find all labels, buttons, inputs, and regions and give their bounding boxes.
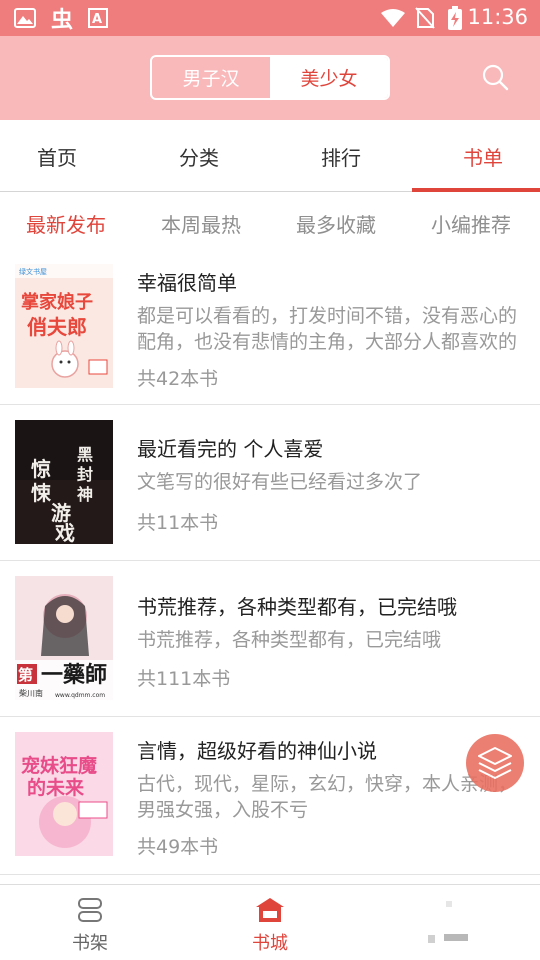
active-tab-indicator	[412, 188, 540, 192]
booklist-count: 共111本书	[137, 668, 231, 690]
booklist-item[interactable]: 宠妹狂魔 的未来 言情，超级好看的神仙小说 古代，现代，星际，玄幻，快穿，本人亲…	[0, 717, 540, 875]
status-bar: 虫 A 11:36	[0, 0, 540, 36]
toggle-female[interactable]: 美少女	[270, 57, 388, 98]
floating-layers-button[interactable]	[466, 734, 524, 792]
tab-category[interactable]: 分类	[134, 120, 264, 192]
subtab-weekly-hot[interactable]: 本周最热	[161, 209, 241, 238]
tab-home[interactable]: 首页	[0, 120, 122, 192]
booklist-count: 共49本书	[137, 836, 219, 858]
toggle-male[interactable]: 男子汉	[152, 57, 270, 98]
subtab-editor-picks[interactable]: 小编推荐	[431, 209, 511, 238]
search-icon[interactable]	[480, 62, 510, 92]
svg-text:惊: 惊	[31, 457, 51, 481]
image-icon	[14, 8, 36, 28]
svg-text:神: 神	[77, 485, 93, 504]
main-tabs: 首页 分类 排行 书单	[0, 120, 540, 192]
bookshelf-icon	[78, 898, 102, 922]
svg-text:虫: 虫	[51, 7, 73, 31]
booklist-count: 共42本书	[137, 368, 219, 390]
sub-tabs: 最新发布 本周最热 最多收藏 小编推荐	[0, 193, 540, 249]
svg-text:封: 封	[77, 465, 93, 484]
nav-bookshelf-label: 书架	[72, 933, 108, 954]
svg-text:第: 第	[18, 666, 33, 684]
svg-text:www.qdmm.com: www.qdmm.com	[55, 692, 105, 699]
layers-icon	[478, 747, 512, 779]
wifi-icon	[381, 9, 405, 27]
subtab-most-favorited[interactable]: 最多收藏	[296, 209, 376, 238]
no-sim-icon	[415, 7, 435, 29]
nav-bookshelf[interactable]: 书架	[0, 885, 180, 960]
nav-bookstore-label: 书城	[252, 933, 288, 954]
book-cover: 第 一藥師 柴川南 www.qdmm.com	[15, 576, 113, 700]
svg-text:A: A	[92, 12, 102, 27]
bottom-nav: 书架 书城	[0, 884, 540, 960]
bug-icon: 虫	[51, 7, 73, 31]
subtab-latest[interactable]: 最新发布	[26, 209, 106, 238]
svg-text:的未来: 的未来	[27, 776, 84, 799]
a-badge-icon: A	[88, 8, 108, 28]
svg-text:悚: 悚	[31, 481, 52, 505]
svg-text:宠妹狂魔: 宠妹狂魔	[21, 754, 98, 777]
tab-ranking[interactable]: 排行	[276, 120, 406, 192]
book-cover: 绿文书屋 掌家娘子 俏夫郎	[15, 264, 113, 388]
svg-text:一藥師: 一藥師	[41, 662, 107, 688]
svg-text:绿文书屋: 绿文书屋	[19, 267, 47, 276]
battery-charging-icon	[448, 6, 462, 30]
book-cover: 惊 悚 游 戏 黑 封 神	[15, 420, 113, 544]
bookstore-icon	[256, 898, 284, 922]
booklist-description: 书荒推荐，各种类型都有，已完结哦	[137, 629, 442, 651]
booklist-title: 书荒推荐，各种类型都有，已完结哦	[137, 595, 457, 619]
booklist-title: 言情，超级好看的神仙小说	[137, 739, 377, 763]
svg-text:黑: 黑	[77, 445, 93, 464]
booklist-description: 文笔写的很好有些已经看过多次了	[137, 471, 423, 493]
tab-booklist[interactable]: 书单	[418, 120, 540, 192]
svg-text:戏: 戏	[54, 521, 75, 544]
profile-icon	[428, 901, 468, 943]
nav-profile[interactable]	[360, 885, 540, 960]
booklist-title: 幸福很简单	[137, 271, 237, 295]
app-header: 男子汉 美少女	[0, 36, 540, 120]
svg-text:掌家娘子: 掌家娘子	[21, 291, 93, 313]
booklist-title: 最近看完的 个人喜爱	[137, 437, 324, 461]
svg-text:俏夫郎: 俏夫郎	[27, 315, 87, 339]
booklist-item[interactable]: 绿文书屋 掌家娘子 俏夫郎 幸福很简单 都是可以看看的，打发时间不错，没有恶心的…	[0, 249, 540, 405]
booklist-description: 古代，现代，星际，玄幻，快穿，本人亲测，男强女强，入股不亏	[137, 773, 518, 821]
booklist-item[interactable]: 第 一藥師 柴川南 www.qdmm.com 书荒推荐，各种类型都有，已完结哦 …	[0, 561, 540, 717]
book-cover: 宠妹狂魔 的未来	[15, 732, 113, 856]
booklist-count: 共11本书	[137, 512, 219, 534]
gender-toggle: 男子汉 美少女	[150, 55, 390, 100]
status-time: 11:36	[467, 5, 528, 29]
booklist-item[interactable]: 惊 悚 游 戏 黑 封 神 最近看完的 个人喜爱 文笔写的很好有些已经看过多次了…	[0, 405, 540, 561]
nav-bookstore[interactable]: 书城	[180, 885, 360, 960]
svg-text:柴川南: 柴川南	[19, 688, 43, 698]
booklist-description: 都是可以看看的，打发时间不错，没有恶心的配角，也没有悲情的主角，大部分人都喜欢的	[137, 305, 518, 353]
